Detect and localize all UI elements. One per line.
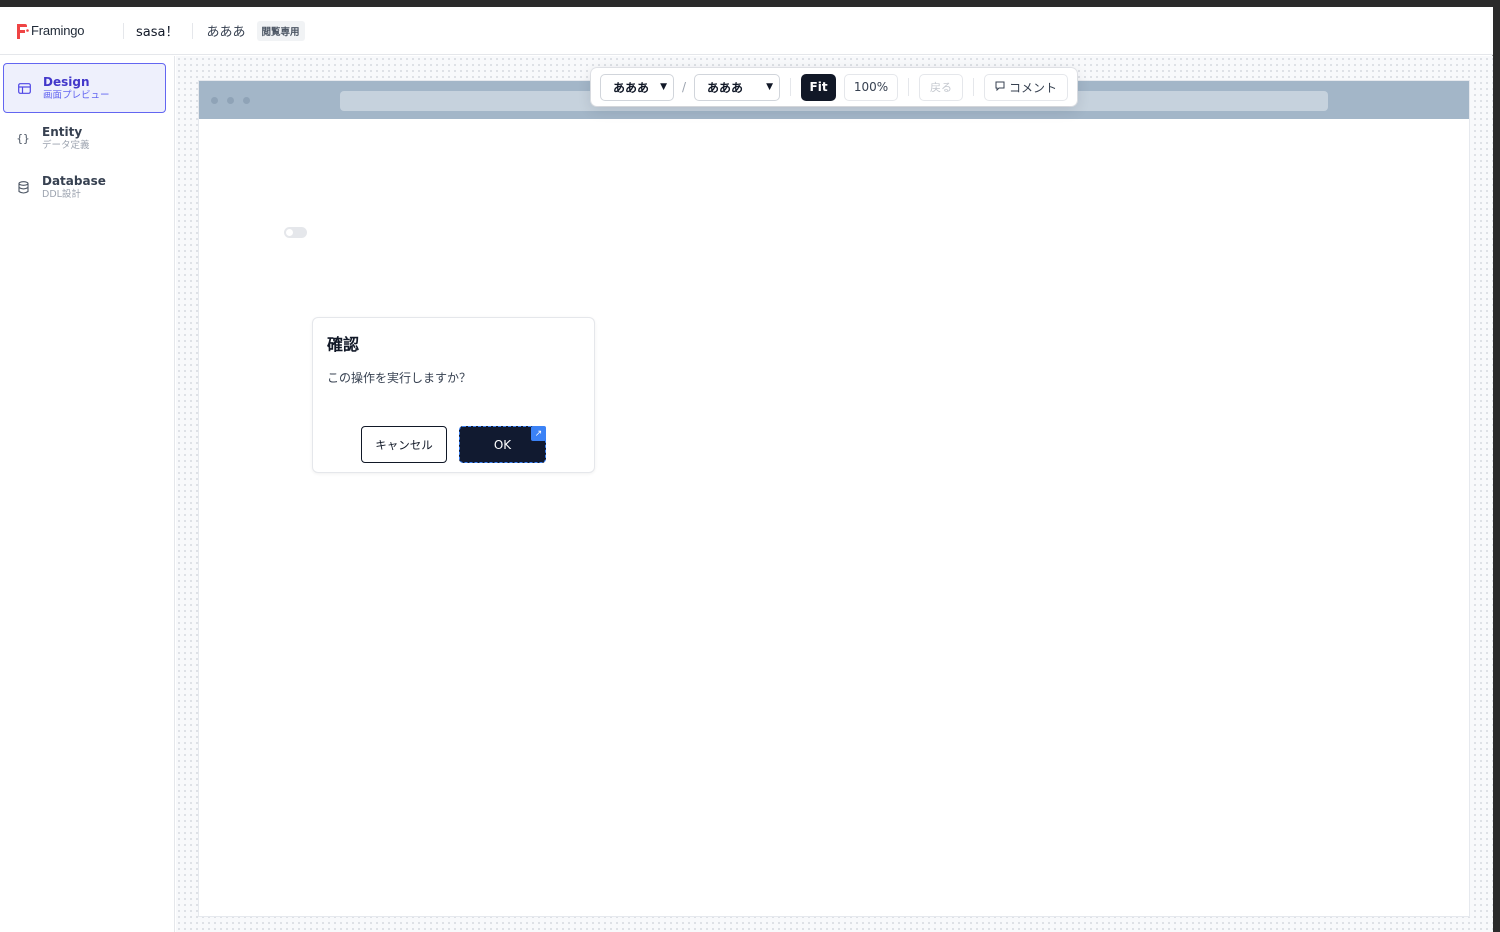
framingo-logo-icon — [15, 22, 29, 40]
select-value: あああ — [707, 80, 744, 95]
sidebar-item-entity[interactable]: {} Entity データ定義 — [3, 113, 166, 163]
screen-name[interactable]: あああ — [206, 21, 245, 40]
sidebar-item-sublabel: 画面プレビュー — [43, 89, 110, 101]
comment-button[interactable]: コメント — [984, 73, 1069, 101]
window-right-edge — [1493, 7, 1500, 932]
toolbar-divider — [908, 78, 910, 96]
sidebar-item-label: Design — [43, 74, 90, 89]
window-dot-icon — [227, 97, 234, 104]
window-dot-icon — [243, 97, 250, 104]
dialog-message: この操作を実行しますか？ — [327, 371, 472, 385]
zoom-100-button[interactable]: 100% — [844, 73, 899, 101]
external-link-icon[interactable]: ↗ — [531, 426, 546, 441]
app-header: Framingo sasa！ あああ 閲覧専用 — [0, 7, 1493, 55]
design-canvas[interactable] — [176, 56, 1493, 932]
sidebar-item-label: Entity — [42, 124, 83, 139]
window-top-edge — [0, 0, 1500, 7]
comment-label: コメント — [1009, 80, 1058, 95]
preview-toolbar: あああ ▼ / あああ ▼ Fit 100% 戻る コメント — [591, 68, 1077, 106]
window-dot-icon — [211, 97, 218, 104]
readonly-badge: 閲覧専用 — [256, 20, 305, 41]
header-divider — [192, 22, 194, 39]
sidebar-item-database[interactable]: Database DDL設計 — [3, 162, 166, 212]
chevron-down-icon: ▼ — [766, 82, 774, 92]
database-icon — [15, 179, 31, 195]
fit-button[interactable]: Fit — [801, 73, 837, 101]
sidebar-item-sublabel: DDL設計 — [42, 188, 81, 200]
comment-icon — [995, 81, 1005, 94]
app-logo[interactable]: Framingo — [15, 22, 123, 40]
ok-label: OK — [493, 437, 512, 452]
header-divider — [123, 22, 124, 39]
back-button[interactable]: 戻る — [919, 73, 964, 101]
select-separator: / — [682, 80, 687, 94]
ok-button[interactable]: OK ↗ — [459, 426, 546, 463]
toolbar-divider — [790, 78, 792, 96]
sidebar-item-sublabel: データ定義 — [42, 139, 90, 151]
preview-frame — [199, 81, 1469, 916]
toggle-switch[interactable] — [284, 227, 307, 238]
chevron-down-icon: ▼ — [660, 82, 667, 92]
sidebar: Design 画面プレビュー {} Entity データ定義 Database … — [0, 56, 175, 932]
confirm-dialog: 確認 この操作を実行しますか？ キャンセル OK ↗ — [312, 317, 595, 473]
layout-icon — [16, 80, 32, 96]
cancel-button[interactable]: キャンセル — [361, 426, 447, 463]
toolbar-divider — [973, 78, 975, 96]
project-name[interactable]: sasa！ — [136, 21, 178, 40]
sidebar-item-label: Database — [42, 173, 106, 188]
logo-text: Framingo — [31, 23, 85, 38]
sidebar-item-design[interactable]: Design 画面プレビュー — [3, 63, 166, 113]
screen-select-1[interactable]: あああ ▼ — [600, 73, 674, 101]
braces-icon: {} — [16, 131, 30, 145]
screen-select-2[interactable]: あああ ▼ — [694, 73, 781, 101]
select-value: あああ — [613, 80, 650, 95]
toggle-knob — [286, 229, 293, 236]
dialog-title: 確認 — [327, 335, 360, 354]
